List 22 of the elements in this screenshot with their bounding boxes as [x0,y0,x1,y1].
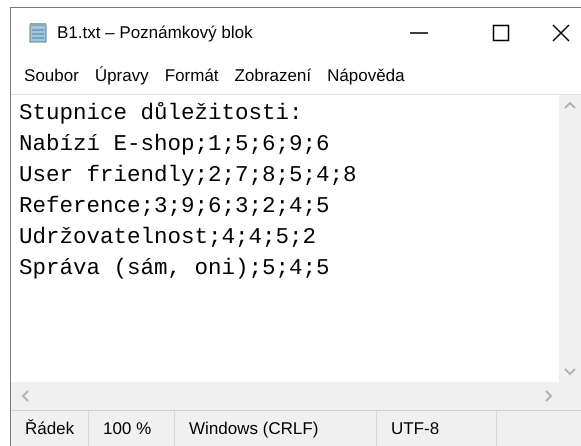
menu-item[interactable]: Nápověda [320,63,412,89]
text-line: Nabízí E-shop;1;5;6;9;6 [19,130,330,159]
vertical-scrollbar[interactable] [559,95,581,382]
text-line: Správa (sám, oni);5;4;5 [19,254,330,283]
menu-item[interactable]: Zobrazení [228,63,318,89]
status-text: UTF-8 [391,418,440,440]
menu-item[interactable]: Soubor [17,63,86,89]
status-text: Řádek [25,418,74,440]
status-text: 100 % [103,418,152,440]
menu-item[interactable]: Formát [158,63,226,89]
window-title: B1.txt – Poznámkový blok [57,22,253,44]
maximize-icon [492,24,510,42]
minimize-icon [410,32,428,34]
horizontal-scrollbar[interactable] [11,382,581,410]
text-line: User friendly;2;7;8;5;4;8 [19,161,357,190]
text-line: Stupnice důležitosti: [19,99,303,128]
status-text: Windows (CRLF) [189,418,318,440]
menu-item[interactable]: Úpravy [88,63,156,89]
close-icon [552,24,570,42]
text-line: Udržovatelnost;4;4;5;2 [19,223,316,252]
text-line: Reference;3;9;6;3;2;4;5 [19,192,330,221]
notepad-icon [27,22,49,44]
